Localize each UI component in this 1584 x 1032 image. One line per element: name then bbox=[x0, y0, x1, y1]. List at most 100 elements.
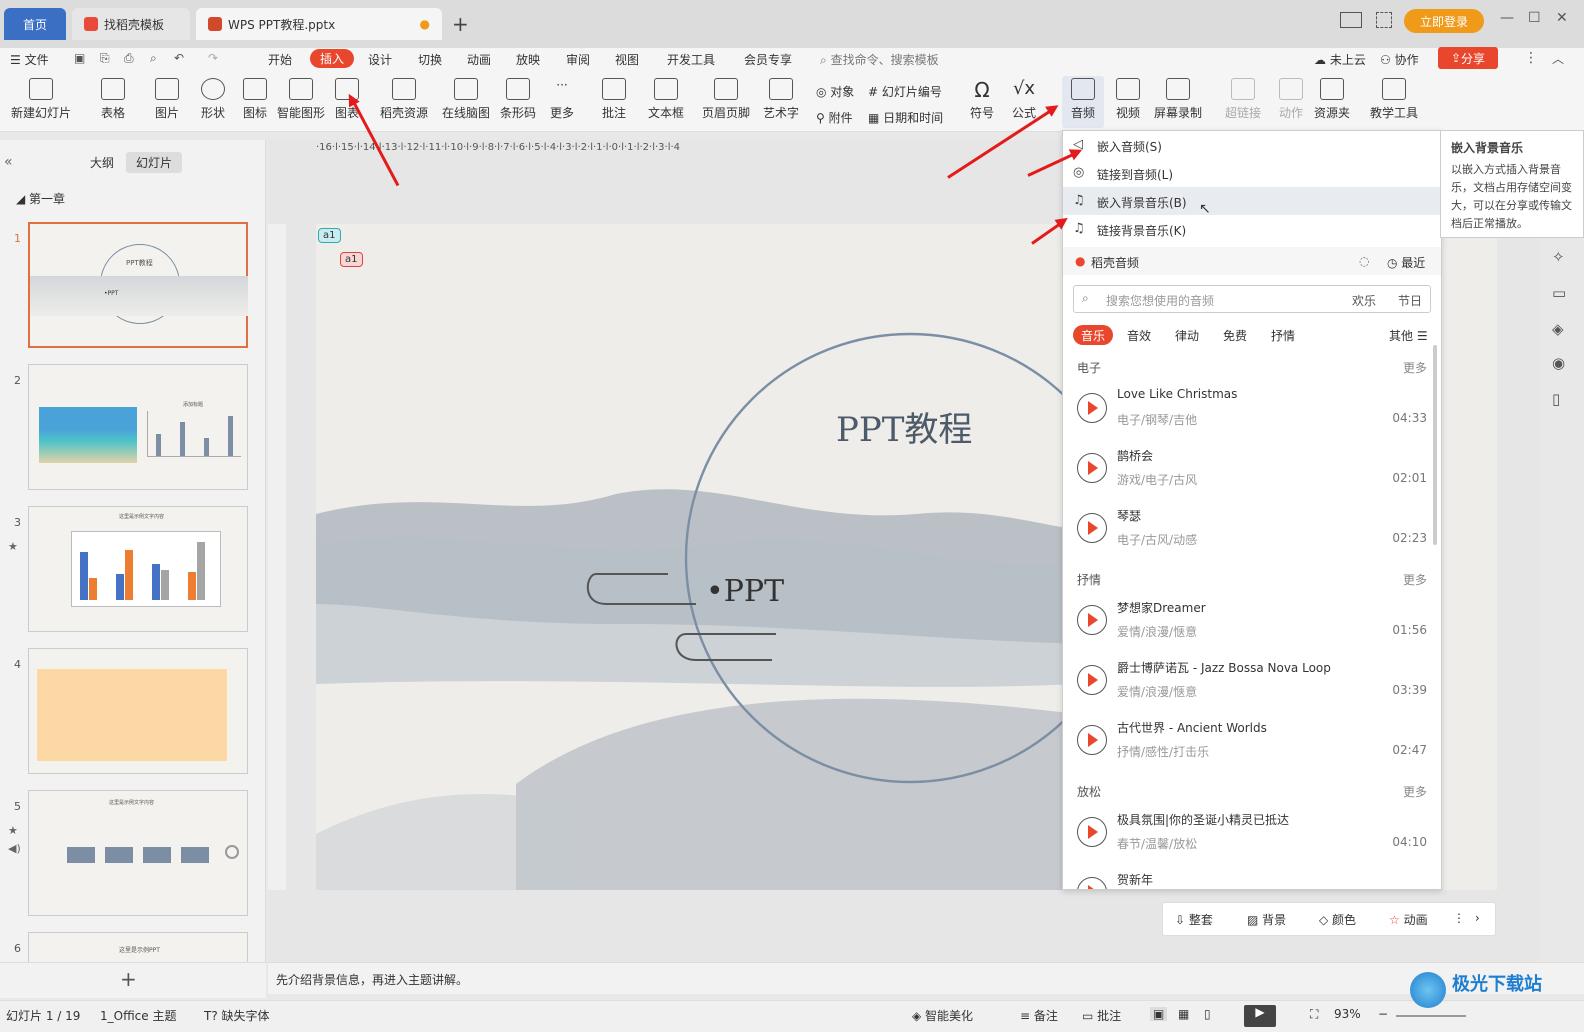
datetime-button[interactable]: ▦ 日期和时间 bbox=[868, 109, 943, 126]
play-slideshow-button[interactable]: ▶ bbox=[1244, 1005, 1276, 1027]
new-slide-button[interactable]: 新建幻灯片 bbox=[6, 78, 76, 121]
barcode-button[interactable]: 条形码 bbox=[498, 78, 538, 121]
play-icon[interactable] bbox=[1077, 513, 1107, 543]
play-icon[interactable] bbox=[1077, 817, 1107, 847]
menu-start[interactable]: 开始 bbox=[268, 51, 292, 68]
song-item[interactable]: 古代世界 - Ancient Worlds 抒情/感性/打击乐 02:47 bbox=[1063, 711, 1441, 769]
beautify-icon[interactable]: ◈ bbox=[1552, 320, 1564, 338]
outline-tab[interactable]: 大纲 bbox=[90, 154, 114, 171]
audio-tab-other[interactable]: 其他 ☰ bbox=[1389, 327, 1428, 344]
attachment-button[interactable]: ⚲ 附件 bbox=[816, 109, 853, 126]
new-tab-button[interactable]: + bbox=[452, 12, 469, 36]
zoom-level[interactable]: 93% bbox=[1334, 1007, 1361, 1021]
audio-tab-free[interactable]: 免费 bbox=[1223, 327, 1247, 344]
slide-thumbnail[interactable]: 这里是示例文字内容 bbox=[28, 790, 248, 916]
play-icon[interactable] bbox=[1077, 605, 1107, 635]
save-icon[interactable]: ▣ bbox=[74, 51, 85, 65]
hyperlink-button[interactable]: 超链接 bbox=[1220, 78, 1266, 121]
close-icon[interactable]: ✕ bbox=[1556, 10, 1568, 26]
audio-button[interactable]: 音频 bbox=[1062, 76, 1104, 128]
menu-transition[interactable]: 切换 bbox=[418, 51, 442, 68]
embed-background-music-item[interactable]: ♫ 嵌入背景音乐(B) bbox=[1063, 187, 1441, 215]
maximize-icon[interactable]: ☐ bbox=[1528, 10, 1541, 26]
pin-icon[interactable]: ✧ bbox=[1552, 248, 1565, 266]
slide-number-button[interactable]: # 幻灯片编号 bbox=[868, 83, 942, 100]
audio-tab-music[interactable]: 音乐 bbox=[1073, 325, 1114, 345]
song-item[interactable]: 梦想家Dreamer 爱情/浪漫/惬意 01:56 bbox=[1063, 591, 1441, 649]
slide-subtitle[interactable]: •PPT bbox=[706, 574, 784, 609]
slide-thumbnail[interactable]: PPT教程 •PPT bbox=[28, 222, 248, 348]
smart-shape-button[interactable]: 智能图形 bbox=[274, 78, 328, 121]
textbox-button[interactable]: 文本框 bbox=[644, 78, 688, 121]
comment-button[interactable]: 批注 bbox=[598, 78, 630, 121]
missing-font-button[interactable]: T? 缺失字体 bbox=[204, 1007, 270, 1024]
search-tag[interactable]: 节日 bbox=[1398, 292, 1422, 309]
icon-button[interactable]: 图标 bbox=[238, 78, 272, 121]
search-tag[interactable]: 欢乐 bbox=[1352, 292, 1376, 309]
reading-view-icon[interactable]: ▯ bbox=[1204, 1007, 1211, 1021]
slide-thumbnail[interactable]: 添加标题 bbox=[28, 364, 248, 490]
login-button[interactable]: 立即登录 bbox=[1404, 9, 1484, 33]
recent-button[interactable]: ◷ 最近 bbox=[1387, 254, 1425, 271]
audio-tab-sfx[interactable]: 音效 bbox=[1127, 327, 1151, 344]
song-item[interactable]: Love Like Christmas 电子/钢琴/吉他 04:33 bbox=[1063, 379, 1441, 437]
collab-button[interactable]: ⚇ 协作 bbox=[1380, 51, 1419, 68]
slides-tab[interactable]: 幻灯片 bbox=[126, 152, 183, 173]
tab-home[interactable]: 首页 bbox=[4, 8, 66, 40]
zoom-slider[interactable] bbox=[1396, 1015, 1466, 1017]
whole-set-button[interactable]: ⇩ 整套 bbox=[1175, 911, 1213, 928]
menu-view[interactable]: 视图 bbox=[615, 51, 639, 68]
more-insert-button[interactable]: ··· 更多 bbox=[544, 78, 580, 121]
symbol-button[interactable]: Ω 符号 bbox=[964, 78, 1000, 121]
header-footer-button[interactable]: 页眉页脚 bbox=[700, 78, 752, 121]
picture-button[interactable]: 图片 bbox=[148, 78, 186, 121]
normal-view-icon[interactable]: ▣ bbox=[1150, 1007, 1168, 1021]
audio-tab-rhythm[interactable]: 律动 bbox=[1175, 327, 1199, 344]
comment-marker[interactable]: a1 bbox=[318, 228, 341, 243]
collapse-ribbon-icon[interactable]: ︿ bbox=[1552, 50, 1564, 67]
song-item[interactable]: 贺新年 bbox=[1063, 863, 1441, 889]
comment-panel-icon[interactable]: ▭ bbox=[1552, 284, 1566, 302]
more-options-icon[interactable]: ⋮ bbox=[1524, 50, 1538, 66]
print-icon[interactable]: ⎙ bbox=[124, 51, 134, 66]
tab-document[interactable]: WPS PPT教程.pptx ● bbox=[196, 8, 442, 40]
animation-button[interactable]: ☆ 动画 bbox=[1389, 911, 1428, 928]
add-slide-button[interactable]: + bbox=[120, 967, 137, 991]
play-icon[interactable] bbox=[1077, 453, 1107, 483]
slide-thumbnail[interactable]: 这里是示例文字内容 bbox=[28, 506, 248, 632]
chapter-section[interactable]: ◢ 第一章 bbox=[16, 190, 65, 207]
play-icon[interactable] bbox=[1077, 393, 1107, 423]
share-button[interactable]: ⇪ 分享 bbox=[1438, 47, 1498, 69]
link-background-music-item[interactable]: ♫ 链接背景音乐(K) bbox=[1063, 215, 1441, 243]
menu-animation[interactable]: 动画 bbox=[467, 51, 491, 68]
song-item[interactable]: 爵士博萨诺瓦 - Jazz Bossa Nova Loop 爱情/浪漫/惬意 03:… bbox=[1063, 651, 1441, 709]
notes-toggle-button[interactable]: ≡ 备注 bbox=[1020, 1007, 1058, 1024]
comment-toggle-button[interactable]: ▭ 批注 bbox=[1082, 1007, 1121, 1024]
smart-beautify-button[interactable]: ◈ 智能美化 bbox=[912, 1007, 973, 1024]
action-button[interactable]: 动作 bbox=[1276, 78, 1306, 121]
resource-button[interactable]: 资源夹 bbox=[1312, 78, 1352, 121]
video-button[interactable]: 视频 bbox=[1108, 78, 1148, 121]
audio-tab-lyric[interactable]: 抒情 bbox=[1271, 327, 1295, 344]
link-audio-item[interactable]: ◎ 链接到音频(L) bbox=[1063, 159, 1441, 187]
shape-button[interactable]: 形状 bbox=[194, 78, 232, 121]
menu-insert[interactable]: 插入 bbox=[310, 49, 355, 68]
play-icon[interactable] bbox=[1077, 877, 1107, 889]
grid-icon[interactable] bbox=[1376, 12, 1392, 28]
menu-developer[interactable]: 开发工具 bbox=[667, 51, 715, 68]
command-search[interactable]: ⌕ 查找命令、搜索模板 bbox=[820, 51, 939, 68]
tab-template[interactable]: 找稻壳模板 bbox=[72, 8, 190, 40]
slide-title[interactable]: PPT教程 bbox=[836, 402, 972, 451]
song-item[interactable]: 琴瑟 电子/古风/动感 02:23 bbox=[1063, 499, 1441, 557]
chevron-right-icon[interactable]: › bbox=[1475, 911, 1480, 925]
redo-icon[interactable]: ↷ bbox=[208, 51, 218, 65]
play-icon[interactable] bbox=[1077, 725, 1107, 755]
object-button[interactable]: ◎ 对象 bbox=[816, 83, 854, 100]
book-icon[interactable]: ▯ bbox=[1552, 390, 1560, 408]
slide-thumbnail[interactable] bbox=[28, 648, 248, 774]
mindmap-button[interactable]: 在线脑图 bbox=[440, 78, 492, 121]
song-item[interactable]: 鹊桥会 游戏/电子/古风 02:01 bbox=[1063, 439, 1441, 497]
preview-icon[interactable]: ⌕ bbox=[150, 51, 157, 66]
play-icon[interactable] bbox=[1077, 665, 1107, 695]
comment-marker[interactable]: a1 bbox=[340, 252, 363, 267]
